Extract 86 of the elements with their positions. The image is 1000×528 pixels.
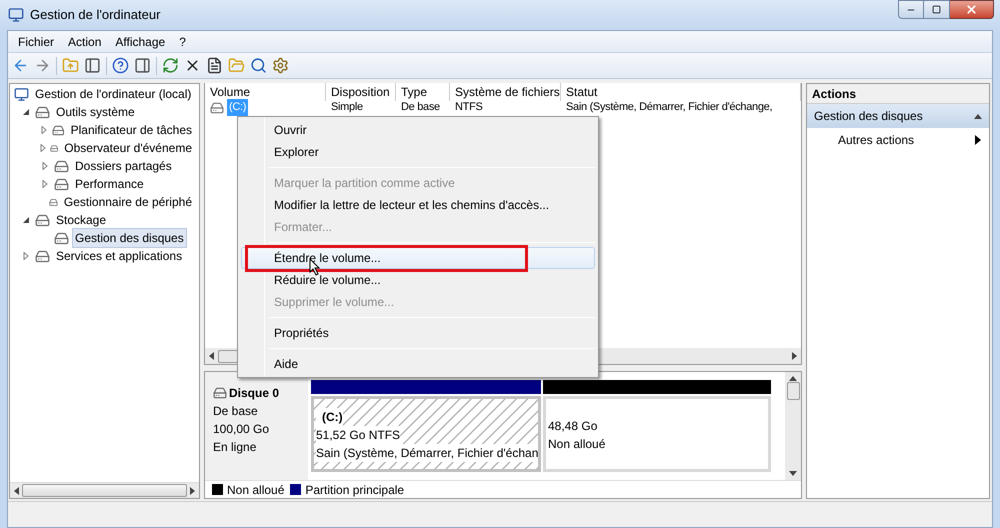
tree-item[interactable]: Gestion de l'ordinateur (local) — [32, 84, 194, 104]
app-icon — [8, 7, 24, 23]
menu-item[interactable]: Affichage — [115, 32, 166, 50]
actions-title: Actions — [807, 84, 989, 104]
horizontal-scrollbar[interactable] — [10, 482, 199, 498]
table-cell-text: De base — [401, 100, 440, 116]
close-icon — [965, 3, 978, 16]
tree-item[interactable]: Dossiers partagés — [72, 156, 175, 176]
tree-item[interactable]: Observateur d'événeme — [61, 138, 195, 158]
expand-arrow-icon[interactable] — [39, 144, 47, 152]
scroll-right-icon[interactable] — [791, 352, 798, 360]
legend-label: Partition principale — [305, 482, 404, 498]
tree-node-icon — [54, 158, 69, 174]
scroll-left-icon[interactable] — [13, 486, 20, 494]
tree-item[interactable]: Gestion des disques — [72, 228, 187, 248]
menu-item[interactable]: Action — [68, 32, 102, 50]
collapse-arrow-icon[interactable] — [22, 216, 30, 224]
tree-node-icon — [35, 212, 50, 228]
scrollbar-thumb[interactable] — [218, 350, 238, 362]
column-header[interactable]: Système de fichiers — [450, 82, 561, 100]
scrollbar-thumb[interactable] — [22, 484, 187, 497]
help-icon[interactable] — [112, 57, 129, 74]
action-item[interactable]: Autres actions — [807, 128, 989, 152]
drive-icon — [210, 100, 224, 114]
partition-info: 51,52 Go NTFS — [316, 426, 400, 444]
tree-node-icon — [35, 248, 50, 264]
expand-arrow-icon[interactable] — [41, 180, 49, 188]
menu-item[interactable]: ? — [179, 32, 186, 50]
forward-icon[interactable] — [34, 57, 51, 74]
disk-info: De base — [213, 403, 259, 420]
scroll-left-icon[interactable] — [208, 352, 215, 360]
legend-label: Non alloué — [227, 482, 284, 498]
column-header[interactable]: Type — [396, 82, 450, 100]
column-header[interactable]: Volume — [205, 82, 326, 100]
tree-item[interactable]: Stockage — [53, 210, 110, 230]
panel-icon[interactable] — [84, 57, 101, 74]
tree-item[interactable]: Performance — [72, 174, 147, 194]
maximize-icon — [932, 5, 941, 14]
search-icon[interactable] — [250, 57, 267, 74]
collapse-icon[interactable] — [974, 112, 982, 120]
tree-node-icon — [54, 176, 69, 192]
scrollbar-thumb[interactable] — [786, 382, 800, 400]
partition-title: (C:) — [316, 408, 343, 426]
document-icon[interactable] — [206, 57, 223, 74]
table-cell-text: Sain (Système, Démarrer, Fichier d'échange, — [566, 100, 772, 116]
close-button[interactable] — [950, 0, 994, 19]
table-cell-text: NTFS — [455, 100, 483, 116]
tree-node-icon — [54, 230, 69, 246]
partition-block[interactable]: (C:) 51,52 Go NTFS Sain (Système, Démarrer, Fichier d'échan — [311, 396, 541, 472]
tree-item[interactable]: Outils système — [53, 102, 138, 122]
partition-block[interactable]: 48,48 Go Non alloué — [543, 396, 771, 472]
maximize-button[interactable] — [924, 0, 950, 19]
collapse-arrow-icon[interactable] — [22, 108, 30, 116]
refresh-icon[interactable] — [162, 57, 179, 74]
context-menu-item[interactable]: Modifier la lettre de lecteur et les chemins d'accès... — [241, 194, 595, 216]
actions-section[interactable]: Gestion des disques — [807, 104, 989, 128]
disk-name: Disque 0 — [229, 385, 280, 402]
expand-arrow-icon[interactable] — [41, 162, 49, 170]
tree-item[interactable]: Gestionnaire de périphé — [60, 192, 195, 212]
context-menu-item[interactable]: Propriétés — [241, 322, 595, 344]
back-icon[interactable] — [12, 57, 29, 74]
panel-icon[interactable] — [134, 57, 151, 74]
context-menu-item[interactable]: Aide — [241, 353, 595, 375]
partition-info: Sain (Système, Démarrer, Fichier d'échan — [316, 444, 538, 462]
expand-arrow-icon[interactable] — [22, 252, 30, 260]
settings-icon[interactable] — [272, 57, 289, 74]
computer-icon — [14, 86, 29, 102]
disk-info: 100,00 Go — [213, 421, 270, 438]
scroll-down-icon[interactable] — [789, 470, 797, 477]
column-header[interactable]: Statut — [561, 82, 801, 100]
window-title: Gestion de l'ordinateur — [30, 6, 160, 24]
tree-item[interactable]: Services et applications — [53, 246, 186, 266]
context-menu-item[interactable]: Explorer — [241, 141, 595, 163]
submenu-arrow-icon — [975, 135, 981, 145]
disk-info: En ligne — [213, 439, 258, 456]
menu-item[interactable]: Fichier — [18, 32, 54, 50]
column-header[interactable]: Disposition — [326, 82, 396, 100]
context-menu-item[interactable]: Ouvrir — [241, 119, 595, 141]
tree-node-icon — [35, 104, 50, 120]
context-menu-item[interactable]: Réduire le volume... — [241, 269, 595, 291]
tree-item[interactable]: Planificateur de tâches — [68, 120, 195, 140]
table-cell-text: Simple — [331, 100, 363, 116]
scroll-right-icon[interactable] — [189, 486, 196, 494]
vertical-scrollbar[interactable] — [785, 372, 801, 480]
table-cell: (C:) — [227, 99, 248, 116]
expand-arrow-icon[interactable] — [40, 126, 48, 134]
